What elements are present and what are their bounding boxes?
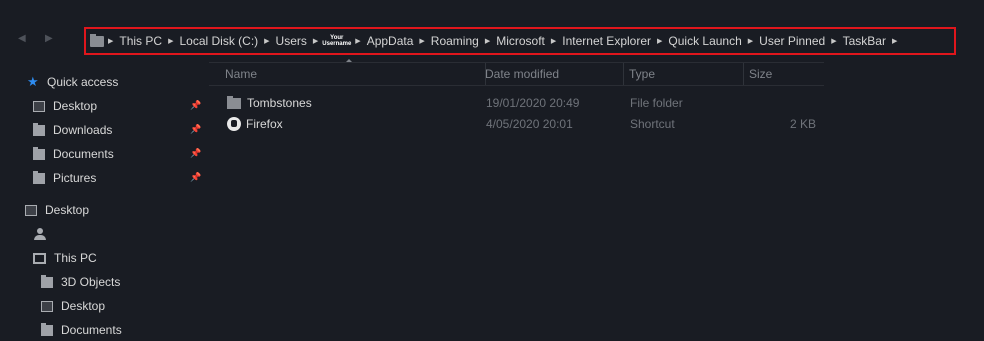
file-size: 2 KB bbox=[789, 117, 816, 131]
file-name-cell[interactable]: Tombstones bbox=[227, 93, 312, 113]
file-row[interactable]: Tombstones 19/01/2020 20:49 File folder bbox=[209, 93, 824, 113]
desktop-icon bbox=[33, 100, 45, 112]
pin-icon[interactable]: 📌 bbox=[190, 148, 201, 159]
pictures-folder-icon bbox=[33, 170, 45, 184]
desktop-icon bbox=[25, 204, 37, 216]
forward-arrow-icon[interactable]: ▶ bbox=[45, 33, 53, 44]
file-date: 19/01/2020 20:49 bbox=[486, 96, 580, 110]
pin-icon[interactable]: 📌 bbox=[190, 124, 201, 135]
sidebar-item-label: Desktop bbox=[45, 203, 90, 217]
file-type: File folder bbox=[630, 96, 683, 110]
file-row[interactable]: Firefox 4/05/2020 20:01 Shortcut 2 KB bbox=[209, 114, 824, 134]
star-icon: ★ bbox=[27, 74, 39, 89]
desktop-icon bbox=[41, 300, 53, 312]
column-header-type[interactable]: Type bbox=[624, 63, 744, 85]
sidebar-item-label: Desktop bbox=[53, 99, 98, 113]
breadcrumb-taskbar[interactable]: TaskBar bbox=[837, 34, 892, 48]
sidebar-item-label: This PC bbox=[54, 251, 97, 265]
sidebar-item-quick-access[interactable]: ★ Quick access bbox=[27, 72, 118, 92]
documents-folder-icon bbox=[33, 146, 45, 160]
file-name: Firefox bbox=[246, 117, 283, 131]
firefox-icon bbox=[227, 117, 241, 131]
breadcrumb-this-pc[interactable]: This PC bbox=[113, 34, 168, 48]
sidebar-item-desktop-pc[interactable]: Desktop bbox=[41, 296, 105, 316]
breadcrumb-appdata[interactable]: AppData bbox=[361, 34, 420, 48]
sidebar-item-label: Desktop bbox=[61, 299, 106, 313]
breadcrumb-users[interactable]: Users bbox=[270, 34, 313, 48]
column-header-name[interactable]: Name bbox=[220, 63, 486, 85]
column-header-size[interactable]: Size bbox=[744, 63, 824, 85]
breadcrumb-internet-explorer[interactable]: Internet Explorer bbox=[556, 34, 657, 48]
sidebar-item-label: Documents bbox=[61, 323, 122, 337]
back-arrow-icon[interactable]: ◀ bbox=[18, 33, 26, 44]
username-line-2: Username bbox=[322, 41, 352, 47]
breadcrumb-microsoft[interactable]: Microsoft bbox=[490, 34, 551, 48]
breadcrumb-roaming[interactable]: Roaming bbox=[425, 34, 485, 48]
sidebar-item-downloads[interactable]: Downloads bbox=[33, 120, 112, 140]
breadcrumb-quick-launch[interactable]: Quick Launch bbox=[662, 34, 747, 48]
sidebar-item-desktop-pinned[interactable]: Desktop bbox=[33, 96, 97, 116]
sidebar-item-label: 3D Objects bbox=[61, 275, 121, 289]
sidebar-item-documents-pc[interactable]: Documents bbox=[41, 320, 122, 340]
breadcrumb-local-disk[interactable]: Local Disk (C:) bbox=[173, 34, 264, 48]
sidebar-item-user[interactable] bbox=[34, 224, 54, 244]
downloads-folder-icon bbox=[33, 122, 45, 136]
column-header-date[interactable]: Date modified bbox=[480, 63, 624, 85]
sidebar-item-label: Downloads bbox=[53, 123, 113, 137]
address-bar[interactable]: ▶ This PC ▶ Local Disk (C:) ▶ Users ▶ Yo… bbox=[84, 27, 956, 55]
sidebar-item-pictures[interactable]: Pictures bbox=[33, 168, 96, 188]
computer-icon bbox=[33, 252, 46, 264]
sidebar-item-documents[interactable]: Documents bbox=[33, 144, 114, 164]
pin-icon[interactable]: 📌 bbox=[190, 172, 201, 183]
breadcrumb-user-pinned[interactable]: User Pinned bbox=[753, 34, 831, 48]
file-name: Tombstones bbox=[247, 96, 312, 110]
sidebar-item-label: Quick access bbox=[47, 75, 119, 89]
chevron-right-icon[interactable]: ▶ bbox=[892, 37, 897, 45]
3d-objects-folder-icon bbox=[41, 274, 53, 288]
user-icon bbox=[34, 228, 46, 240]
folder-icon bbox=[227, 95, 241, 109]
documents-folder-icon bbox=[41, 322, 53, 336]
file-type: Shortcut bbox=[630, 117, 675, 131]
pin-icon[interactable]: 📌 bbox=[190, 100, 201, 111]
column-header-row: Name Date modified Type Size bbox=[209, 62, 824, 86]
file-name-cell[interactable]: Firefox bbox=[227, 114, 283, 134]
folder-icon bbox=[90, 33, 104, 47]
sidebar-item-3d-objects[interactable]: 3D Objects bbox=[41, 272, 120, 292]
file-date: 4/05/2020 20:01 bbox=[486, 117, 573, 131]
sidebar-item-label: Pictures bbox=[53, 171, 97, 185]
breadcrumb-username[interactable]: Your Username bbox=[318, 35, 355, 47]
sidebar-item-label: Documents bbox=[53, 147, 114, 161]
sidebar-item-desktop[interactable]: Desktop bbox=[25, 200, 89, 220]
sidebar-item-this-pc[interactable]: This PC bbox=[33, 248, 97, 268]
